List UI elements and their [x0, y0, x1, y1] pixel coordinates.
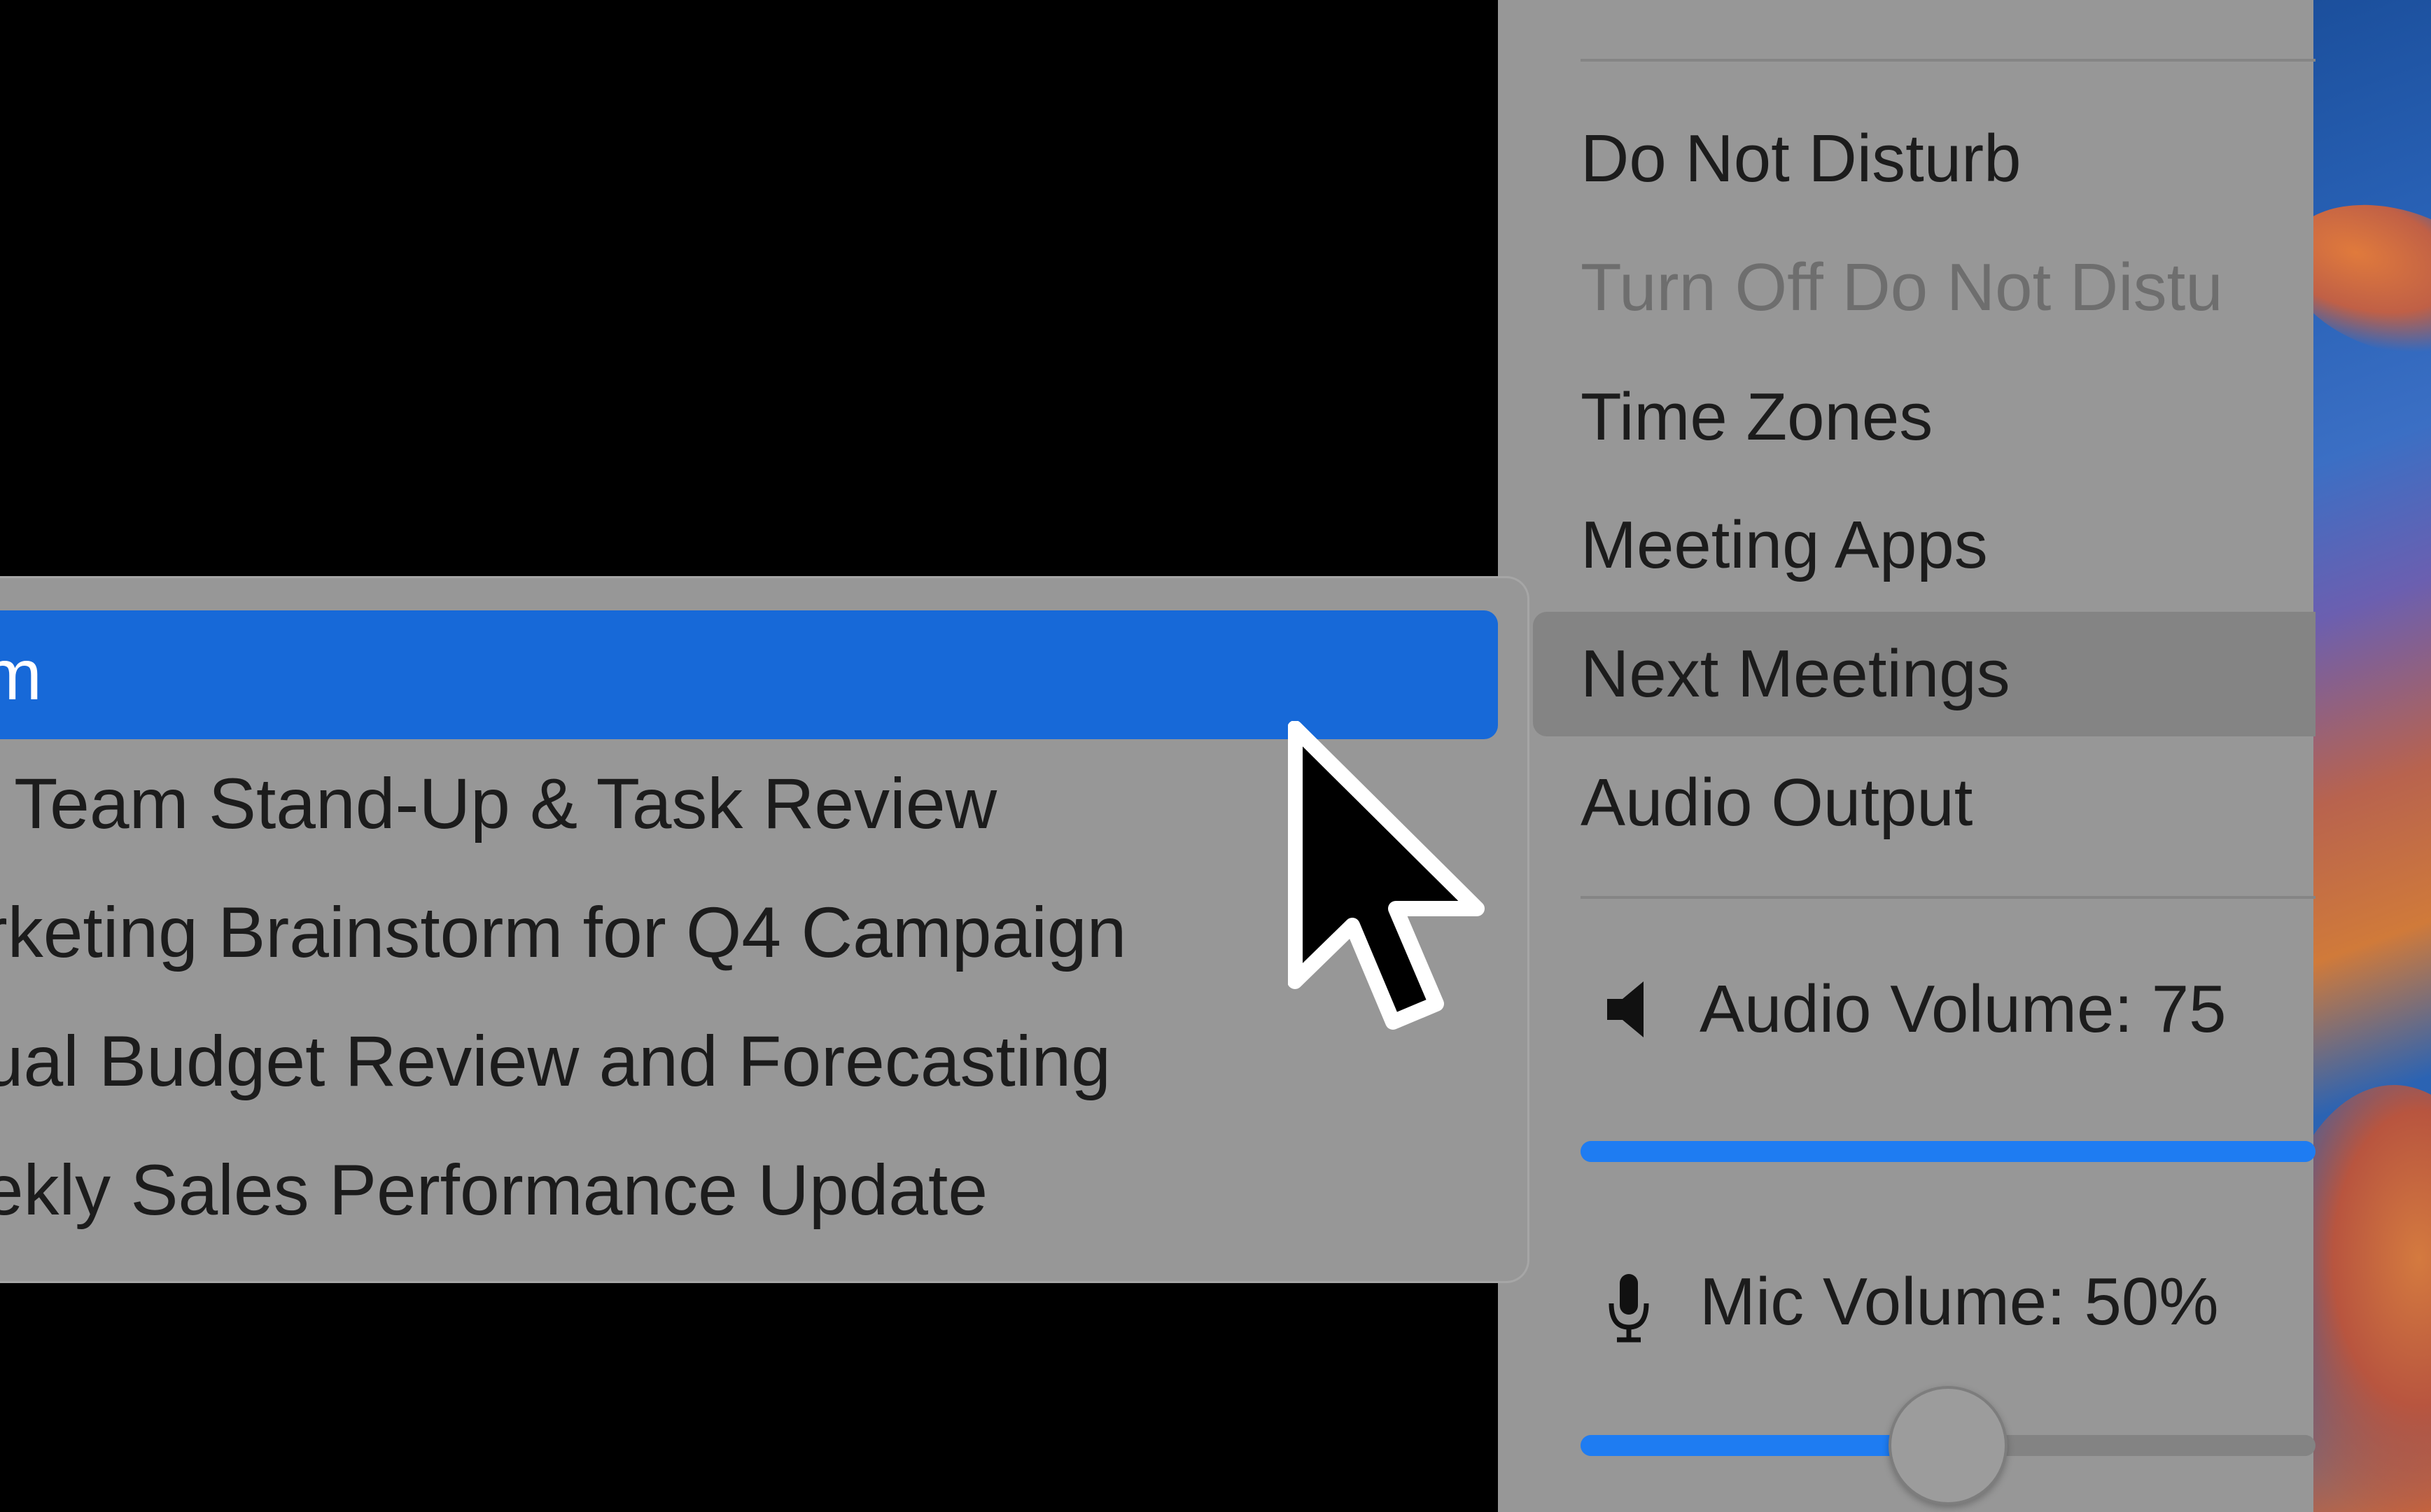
menu-item-label: Time Zones — [1581, 379, 1933, 454]
meeting-item-budget-review[interactable]: nual Budget Review and Forecasting — [0, 997, 1498, 1126]
meeting-item-label: eekly Sales Performance Update — [0, 1150, 988, 1230]
menu-item-label: Turn Off Do Not Distu — [1581, 250, 2223, 325]
mic-volume-slider-knob[interactable] — [1889, 1386, 2008, 1505]
meeting-item-marketing-brainstorm[interactable]: arketing Brainstorm for Q4 Campaign — [0, 868, 1498, 997]
meeting-item-sales-update[interactable]: eekly Sales Performance Update — [0, 1126, 1498, 1254]
screen: Do Not Disturb Turn Off Do Not Distu Tim… — [0, 0, 2431, 1512]
menu-separator-top — [1581, 59, 2316, 62]
menu-item-turn-off-do-not-disturb: Turn Off Do Not Distu — [1533, 225, 2316, 350]
menu-item-meeting-apps[interactable]: Meeting Apps — [1533, 483, 2316, 608]
desktop-wallpaper — [2310, 0, 2431, 1512]
meeting-item-team-standup[interactable]: ly Team Stand-Up & Task Review — [0, 739, 1498, 868]
mic-volume-row: Mic Volume: 50% — [1581, 1239, 2316, 1365]
speaker-icon — [1593, 946, 1663, 1072]
audio-volume-slider-fill — [1581, 1141, 2316, 1162]
meeting-item-label: arketing Brainstorm for Q4 Campaign — [0, 892, 1127, 972]
meeting-item-label: ly Team Stand-Up & Task Review — [0, 764, 997, 844]
menu-item-label: Next Meetings — [1581, 636, 2010, 711]
menu-item-next-meetings[interactable]: Next Meetings — [1533, 612, 2316, 736]
mic-volume-slider[interactable] — [1581, 1386, 2316, 1505]
menu-item-label: Do Not Disturb — [1581, 121, 2022, 196]
meeting-item-label: 3 Project Kickoff with Development Team — [0, 635, 42, 715]
meeting-item-project-kickoff[interactable]: 3 Project Kickoff with Development Team — [0, 610, 1498, 739]
microphone-icon — [1593, 1239, 1663, 1365]
menu-item-time-zones[interactable]: Time Zones — [1533, 355, 2316, 479]
menu-item-label: Meeting Apps — [1581, 507, 1988, 582]
menu-item-do-not-disturb[interactable]: Do Not Disturb — [1533, 97, 2316, 221]
menu-item-label: Audio Output — [1581, 765, 1973, 840]
audio-volume-label: Audio Volume: 75 — [1700, 972, 2227, 1046]
audio-volume-slider[interactable] — [1581, 1141, 2316, 1162]
mic-volume-label: Mic Volume: 50% — [1700, 1264, 2219, 1339]
audio-volume-row: Audio Volume: 75 — [1581, 946, 2316, 1072]
mouse-pointer-icon — [1288, 721, 1485, 1030]
menu-separator-middle — [1581, 896, 2316, 899]
meeting-item-label: nual Budget Review and Forecasting — [0, 1021, 1112, 1101]
menu-item-audio-output[interactable]: Audio Output — [1533, 741, 2316, 865]
